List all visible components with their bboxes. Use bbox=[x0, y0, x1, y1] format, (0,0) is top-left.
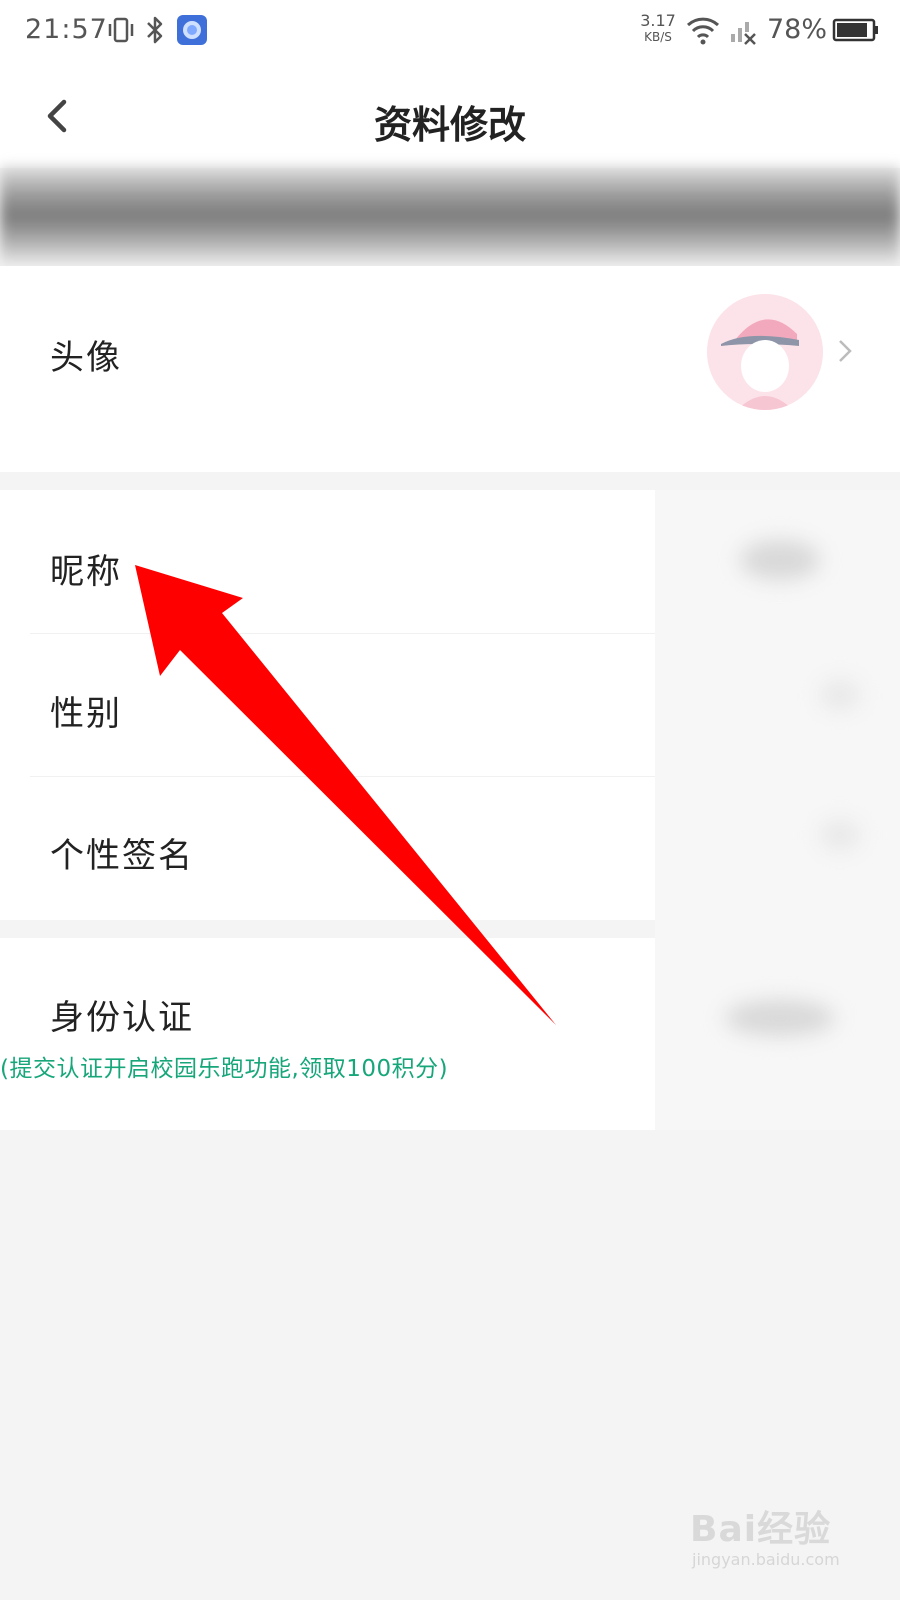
app-notification-icon bbox=[177, 15, 207, 45]
vibrate-icon bbox=[108, 17, 134, 43]
blurred-banner bbox=[0, 166, 900, 266]
page-title: 资料修改 bbox=[373, 103, 526, 147]
watermark: Bai经验 jingyan.baidu.com bbox=[690, 1500, 870, 1580]
signal-off-icon bbox=[731, 22, 756, 45]
status-time: 21:57 bbox=[25, 14, 108, 45]
id-verify-label: 身份认证 bbox=[50, 998, 194, 1038]
avatar-image bbox=[707, 294, 823, 410]
watermark-url: jingyan.baidu.com bbox=[692, 1550, 840, 1569]
avatar-label: 头像 bbox=[50, 338, 122, 378]
chevron-right-icon bbox=[839, 340, 852, 362]
avatar[interactable] bbox=[707, 294, 823, 410]
battery-percent: 78% bbox=[767, 14, 828, 45]
watermark-logo: Bai经验 bbox=[690, 1509, 832, 1550]
id-verify-hint: (提交认证开启校园乐跑功能,领取100积分) bbox=[0, 1056, 449, 1082]
blurred-values bbox=[655, 490, 900, 1130]
net-speed: 3.17 KB/S bbox=[640, 11, 676, 44]
status-bar: 21:57 3.17 KB/S 78% bbox=[0, 0, 900, 64]
nav-bar: 资料修改 bbox=[0, 64, 900, 168]
battery-icon bbox=[832, 18, 878, 42]
wifi-icon bbox=[686, 17, 720, 45]
bluetooth-icon bbox=[147, 16, 163, 44]
